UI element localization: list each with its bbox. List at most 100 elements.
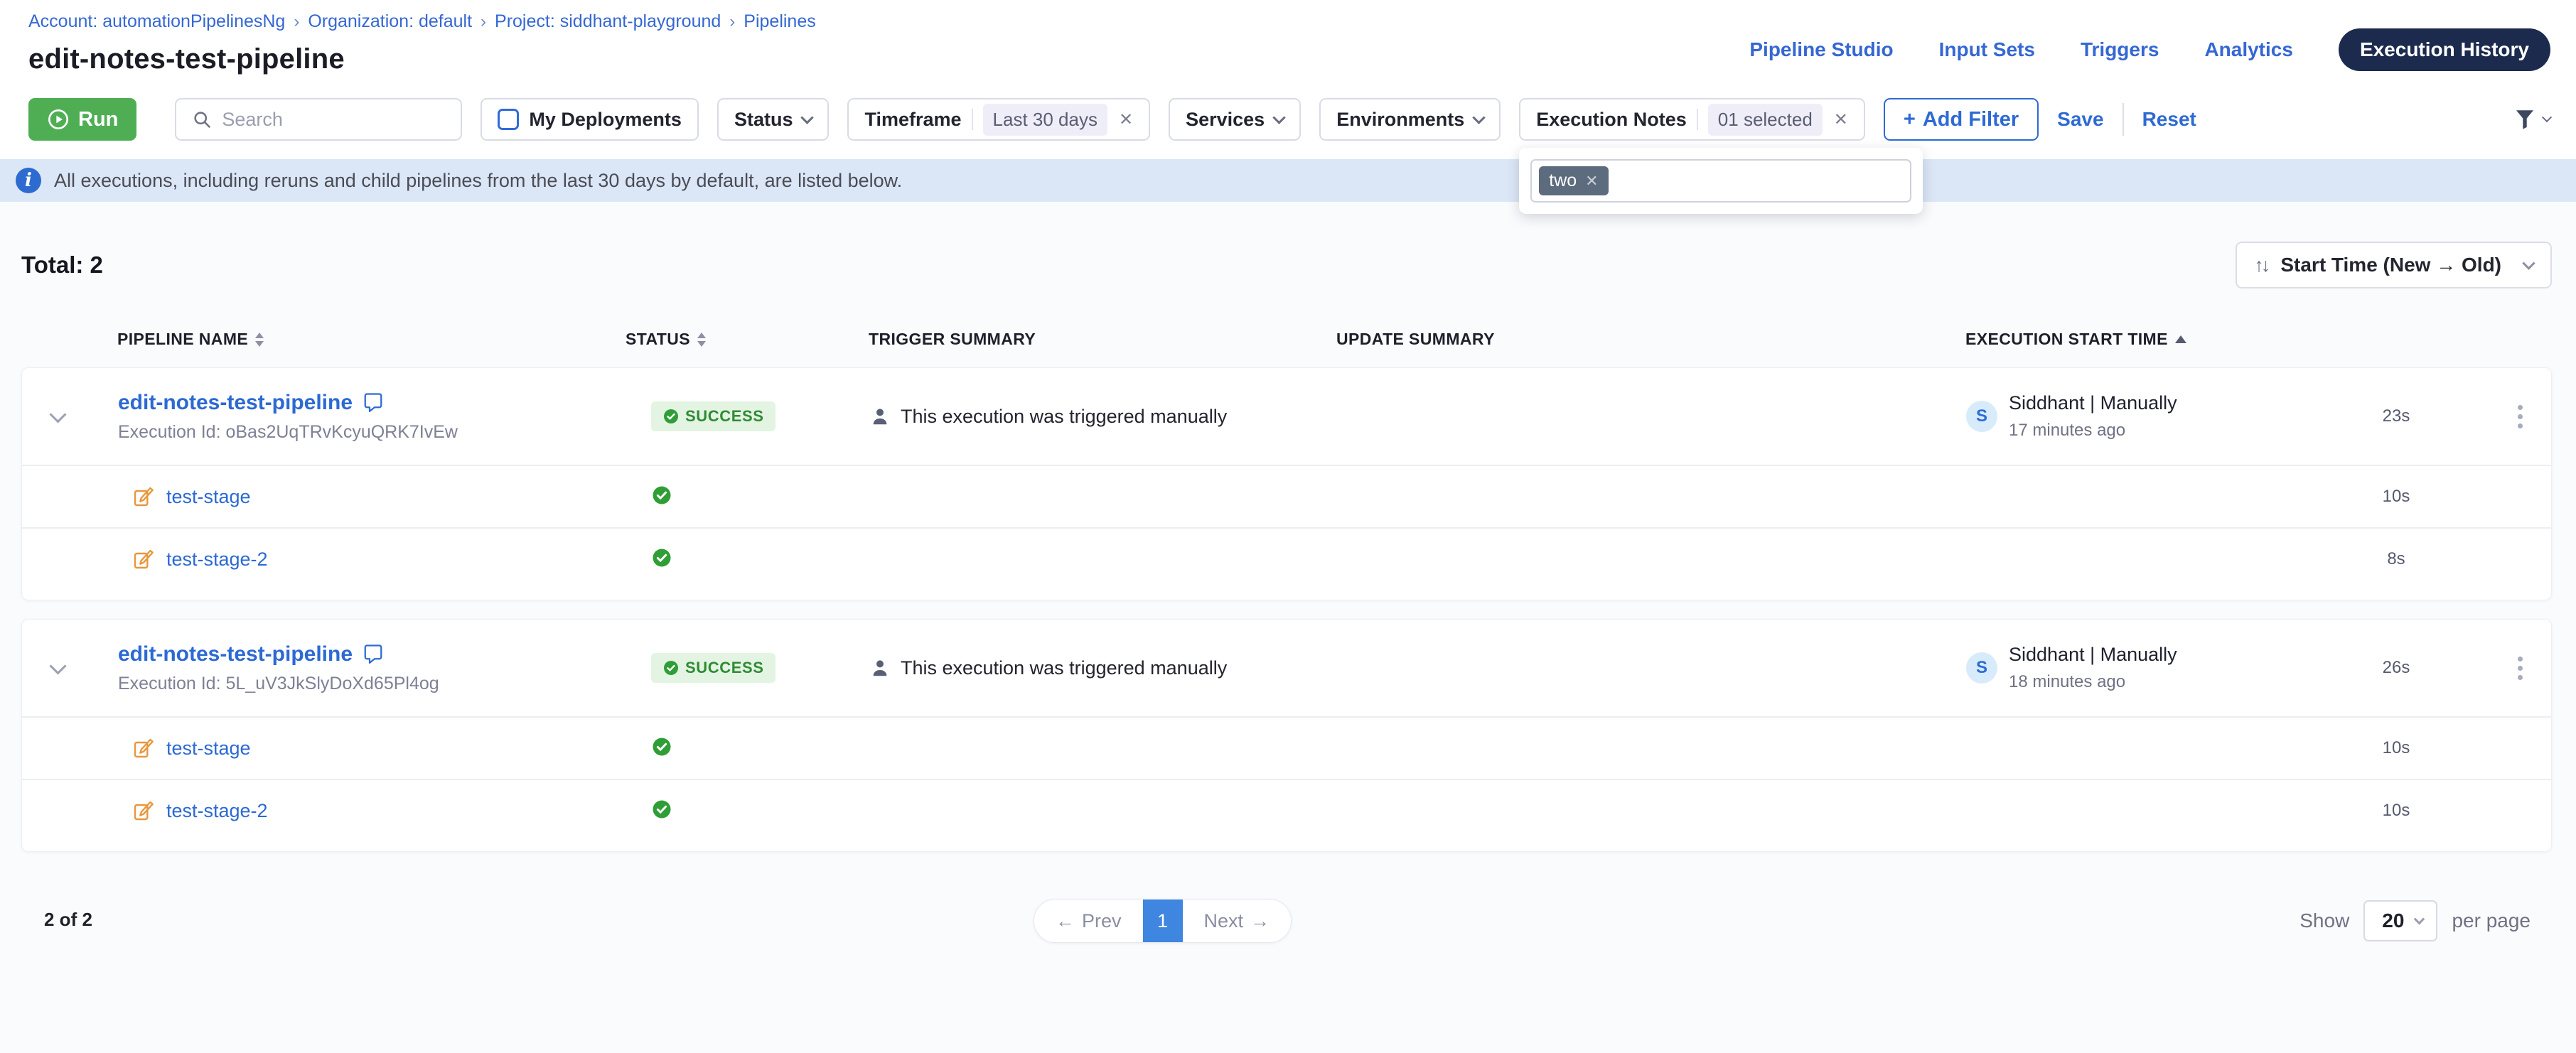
expander-cell (22, 409, 118, 424)
arrow-right-icon: → (1250, 910, 1270, 932)
breadcrumb-organization[interactable]: Organization: default (308, 11, 472, 32)
chevron-down-icon (2542, 112, 2552, 122)
notes-comment-icon[interactable] (363, 644, 384, 665)
my-deployments-filter[interactable]: My Deployments (481, 98, 699, 141)
menu-cell (2460, 399, 2551, 434)
stage-success-icon (651, 547, 672, 568)
trigger-summary-text: This execution was triggered manually (901, 657, 1227, 679)
stage-name-link[interactable]: test-stage (166, 738, 251, 760)
more-options-button[interactable] (2512, 399, 2528, 434)
clear-execution-notes-icon[interactable]: ✕ (1832, 109, 1848, 130)
show-label: Show (2299, 909, 2349, 932)
stage-row[interactable]: test-stage-2 10s (22, 779, 2551, 841)
save-filter-link[interactable]: Save (2057, 108, 2103, 131)
tab-pipeline-studio[interactable]: Pipeline Studio (1749, 38, 1893, 61)
tab-analytics[interactable]: Analytics (2204, 38, 2293, 61)
sort-updown-icon: ↑↓ (2254, 254, 2268, 276)
col-header-label: TRIGGER SUMMARY (869, 330, 1036, 349)
stage-edit-icon (132, 737, 155, 760)
success-check-icon (662, 659, 680, 676)
timeframe-value: Last 30 days (983, 104, 1107, 136)
environments-filter[interactable]: Environments (1319, 98, 1501, 141)
col-header-update-summary: UPDATE SUMMARY (1336, 330, 1965, 349)
col-header-status[interactable]: STATUS (626, 330, 869, 349)
tab-input-sets[interactable]: Input Sets (1939, 38, 2035, 61)
run-button[interactable]: Run (28, 98, 136, 141)
pipeline-nav: Pipeline Studio Input Sets Triggers Anal… (1749, 28, 2550, 71)
tab-triggers[interactable]: Triggers (2081, 38, 2159, 61)
status-badge: SUCCESS (651, 653, 776, 683)
expand-chevron-icon[interactable] (49, 406, 66, 423)
col-header-pipeline-name[interactable]: PIPELINE NAME (117, 330, 626, 349)
timeframe-filter[interactable]: Timeframe Last 30 days ✕ (847, 98, 1150, 141)
stage-row[interactable]: test-stage 10s (22, 716, 2551, 779)
add-filter-button[interactable]: + Add Filter (1884, 98, 2039, 141)
col-header-execution-start-time[interactable]: EXECUTION START TIME (1965, 330, 2331, 349)
page-size-select[interactable]: 20 (2363, 900, 2437, 941)
sort-label: Start Time (New → Old) (2280, 254, 2501, 276)
execution-notes-filter[interactable]: Execution Notes 01 selected ✕ (1519, 98, 1865, 141)
pagination-control: ← Prev 1 Next → (1034, 899, 1292, 943)
stage-row[interactable]: test-stage-2 8s (22, 527, 2551, 590)
avatar: S (1966, 401, 1997, 432)
status-filter[interactable]: Status (717, 98, 830, 141)
sort-ascending-icon (2175, 335, 2186, 343)
search-box[interactable] (175, 98, 462, 141)
clear-timeframe-icon[interactable]: ✕ (1117, 109, 1133, 130)
breadcrumb-pipelines[interactable]: Pipelines (744, 11, 815, 32)
execution-list-section: Total: 2 ↑↓ Start Time (New → Old) PIPEL… (0, 202, 2576, 949)
pipeline-cell: edit-notes-test-pipeline Execution Id: 5… (118, 642, 626, 694)
stage-edit-icon (132, 485, 155, 508)
stage-success-icon (651, 485, 672, 506)
sort-dropdown[interactable]: ↑↓ Start Time (New → Old) (2236, 242, 2552, 288)
chevron-down-icon (801, 111, 814, 124)
chevron-down-icon (1473, 111, 1486, 124)
status-filter-label: Status (734, 109, 793, 131)
services-filter[interactable]: Services (1169, 98, 1301, 141)
stage-name-link[interactable]: test-stage-2 (166, 549, 268, 571)
notes-comment-icon[interactable] (363, 392, 384, 414)
remove-tag-icon[interactable]: ✕ (1585, 172, 1598, 190)
stage-edit-icon (132, 799, 155, 822)
environments-filter-label: Environments (1336, 109, 1464, 131)
prev-page-button[interactable]: ← Prev (1034, 900, 1143, 942)
col-header-label: UPDATE SUMMARY (1336, 330, 1495, 349)
prev-label: Prev (1082, 910, 1122, 932)
expander-cell (22, 660, 118, 676)
current-page-button[interactable]: 1 (1143, 899, 1183, 943)
divider (972, 109, 973, 130)
table-header-row: PIPELINE NAME STATUS TRIGGER SUMMARY UPD… (21, 330, 2552, 349)
avatar: S (1966, 652, 1997, 684)
total-count: Total: 2 (21, 252, 103, 279)
execution-row[interactable]: edit-notes-test-pipeline Execution Id: o… (22, 368, 2551, 465)
started-by: Siddhant | Manually (2009, 644, 2177, 666)
filter-funnel-button[interactable] (2512, 107, 2550, 132)
user-icon (869, 406, 891, 427)
execution-id: Execution Id: oBas2UqTRvKcyuQRK7IvEw (118, 422, 626, 443)
my-deployments-checkbox[interactable] (498, 109, 519, 130)
menu-cell (2460, 651, 2551, 686)
chevron-down-icon (2414, 913, 2425, 924)
stage-name-link[interactable]: test-stage (166, 486, 251, 508)
expand-chevron-icon[interactable] (49, 657, 66, 674)
reset-filter-link[interactable]: Reset (2142, 108, 2196, 131)
breadcrumb-project[interactable]: Project: siddhant-playground (495, 11, 721, 32)
more-options-button[interactable] (2512, 651, 2528, 686)
next-page-button[interactable]: Next → (1183, 900, 1292, 942)
search-input[interactable] (222, 109, 445, 131)
trigger-summary-cell: This execution was triggered manually (869, 657, 1337, 679)
time-ago: 17 minutes ago (2009, 421, 2177, 441)
stage-duration: 10s (2332, 738, 2460, 758)
breadcrumb-account[interactable]: Account: automationPipelinesNg (28, 11, 285, 32)
stage-success-icon (651, 736, 672, 757)
status-cell: SUCCESS (626, 401, 869, 431)
trigger-summary-cell: This execution was triggered manually (869, 406, 1337, 428)
pipeline-name-link[interactable]: edit-notes-test-pipeline (118, 391, 353, 415)
execution-row[interactable]: edit-notes-test-pipeline Execution Id: 5… (22, 620, 2551, 716)
notes-tag-input[interactable]: two ✕ (1530, 159, 1911, 202)
pipeline-name-link[interactable]: edit-notes-test-pipeline (118, 642, 353, 666)
divider (2122, 103, 2124, 136)
stage-name-link[interactable]: test-stage-2 (166, 800, 268, 822)
tab-execution-history[interactable]: Execution History (2339, 28, 2550, 71)
stage-row[interactable]: test-stage 10s (22, 465, 2551, 527)
